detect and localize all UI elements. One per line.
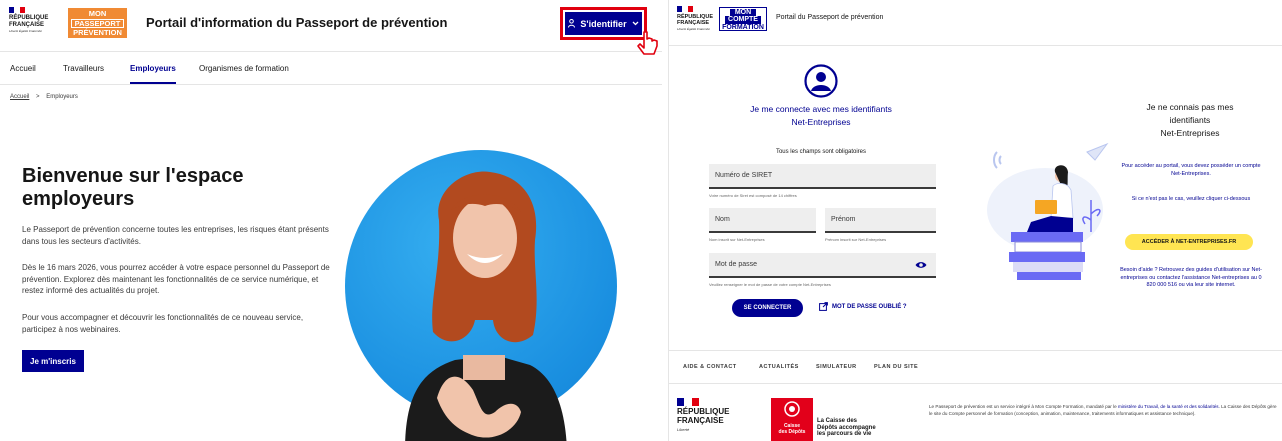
french-flag-icon [677,6,693,12]
breadcrumb: Accueil > Employeurs [10,94,78,100]
logo-line3: PRÉVENTION [73,28,122,37]
footer-link-simulateur[interactable]: SIMULATEUR [816,364,857,370]
rf-line2: FRANÇAISE [9,21,45,28]
click-below-text: Si ce n'est pas le cas, veuillez cliquer… [1131,196,1251,202]
date-paragraph: Dès le 16 mars 2026, vous pourrez accéde… [22,263,330,296]
login-section-title: Je me connecte avec mes identifiants Net… [719,103,923,129]
cdc-emblem-icon [784,401,800,417]
caisse-des-depots-logo[interactable]: Caisse des Dépôts [771,398,813,441]
nav-employeurs[interactable]: Employeurs [130,64,176,84]
chevron-down-icon [632,21,639,26]
footer-republique-francaise-logo[interactable]: RÉPUBLIQUE FRANÇAISE Liberté [677,398,729,432]
footer-legal-text: Le Passeport de prévention est un servic… [929,404,1281,417]
login-title-line2: Net-Entreprises [791,116,851,127]
smiling-woman-photo [405,171,567,441]
footer-rf-motto: Liberté [677,426,690,432]
main-navigation: Accueil Travailleurs Employeurs Organism… [0,53,662,85]
mon-compte-formation-logo[interactable]: MON COMPTE FORMATION [719,7,767,31]
rf-motto: Liberté Égalité Fraternité [677,27,710,32]
ministry-link[interactable]: ministère du Travail, de la santé et des… [1118,404,1219,409]
login-button-label: S'identifier [580,18,627,29]
prenom-input[interactable]: Prénom [825,208,936,233]
net-entreprises-login-page: RÉPUBLIQUE FRANÇAISE Liberté Égalité Fra… [668,0,1282,441]
footer-rf-line2: FRANÇAISE [677,415,724,425]
footer-text-part1: Le Passeport de prévention est un servic… [929,404,1118,409]
nav-accueil[interactable]: Accueil [10,64,36,73]
cdc-logo-line2: des Dépôts [778,428,806,435]
page-title: Bienvenue sur l'espace employeurs [22,165,244,211]
passeport-prevention-employer-page: RÉPUBLIQUE FRANÇAISE Liberté Égalité Fra… [0,0,662,441]
siret-hint: Votre numéro de Siret est composé de 14 … [709,193,797,198]
login-button[interactable]: S'identifier [560,7,647,40]
breadcrumb-home-link[interactable]: Accueil [10,94,29,100]
french-flag-icon [677,398,699,406]
login-header: RÉPUBLIQUE FRANÇAISE Liberté Égalité Fra… [669,0,1282,46]
logo-line1: MON [730,9,756,17]
nav-travailleurs[interactable]: Travailleurs [63,64,104,73]
portal-title: Portail du Passeport de prévention [776,14,884,21]
user-icon [568,19,576,28]
siret-input[interactable]: Numéro de SIRET [709,164,936,189]
republique-francaise-logo[interactable]: RÉPUBLIQUE FRANÇAISE Liberté Égalité Fra… [677,6,713,32]
woman-on-books-illustration [987,142,1109,280]
user-profile-icon [804,64,838,98]
footer-link-plan-du-site[interactable]: PLAN DU SITE [874,364,918,370]
mon-passeport-prevention-logo[interactable]: MON PASSEPORT PRÉVENTION [68,8,127,38]
password-input[interactable]: Mot de passe [709,253,936,278]
cdc-tagline: La Caisse des Dépôts accompagne les parc… [817,418,876,438]
webinar-paragraph: Pour vous accompagner et découvrir les f… [22,313,304,334]
account-required-text: Pour accéder au portail, vous devez poss… [1121,163,1261,177]
site-header: RÉPUBLIQUE FRANÇAISE Liberté Égalité Fra… [0,0,662,55]
rf-line1: RÉPUBLIQUE [9,15,49,21]
footer-link-aide-contact[interactable]: AIDE & CONTACT [683,364,737,370]
no-credentials-title-line1: Je ne connais pas mes [1146,102,1234,112]
external-link-icon [819,302,828,311]
login-title-line1: Je me connecte avec mes identifiants [750,104,892,114]
required-fields-note: Tous les champs sont obligatoires [775,149,867,155]
logo-line2: PASSEPORT [71,18,124,28]
net-entreprises-button[interactable]: ACCÉDER À NET-ENTREPRISES.FR [1125,234,1253,250]
help-text: Besoin d'aide ? Retrouvez des guides d'u… [1120,267,1262,289]
republique-francaise-logo[interactable]: RÉPUBLIQUE FRANÇAISE Liberté Égalité Fra… [9,7,48,34]
portal-title: Portail d'information du Passeport de pr… [146,15,448,30]
forgot-password-link[interactable]: MOT DE PASSE OUBLIÉ ? [819,302,907,311]
logo-line1: MON [88,9,107,18]
password-hint: Veuillez renseigner le mot de passe de v… [709,282,831,287]
breadcrumb-current: Employeurs [46,94,78,100]
footer-link-actualites[interactable]: ACTUALITÉS [759,364,799,370]
french-flag-icon [9,7,25,13]
nav-organismes-de-formation[interactable]: Organismes de formation [199,64,289,73]
prenom-hint: Prénom inscrit sur Net-Entreprises [825,237,887,242]
no-credentials-title: Je ne connais pas mes identifiants Net-E… [1109,101,1271,139]
nom-input[interactable]: Nom [709,208,816,233]
rf-motto: Liberté Égalité Fraternité [9,29,42,34]
logo-line2: COMPTE [725,16,761,24]
rf-line2: FRANÇAISE [677,20,710,27]
subscribe-button[interactable]: Je m'inscris [22,350,84,372]
no-credentials-title-line3: Net-Entreprises [1160,127,1220,138]
footer-navigation: AIDE & CONTACT ACTUALITÉS SIMULATEUR PLA… [669,350,1282,384]
forgot-password-label: MOT DE PASSE OUBLIÉ ? [832,303,907,310]
intro-paragraph: Le Passeport de prévention concerne tout… [22,225,329,246]
logo-line3: FORMATION [722,23,764,31]
breadcrumb-separator: > [36,94,40,100]
connect-button[interactable]: SE CONNECTER [732,299,803,317]
show-password-eye-icon[interactable] [915,261,927,269]
nom-hint: Nom inscrit sur Net-Entreprises [709,237,765,242]
no-credentials-title-line2: identifiants [1169,114,1211,125]
